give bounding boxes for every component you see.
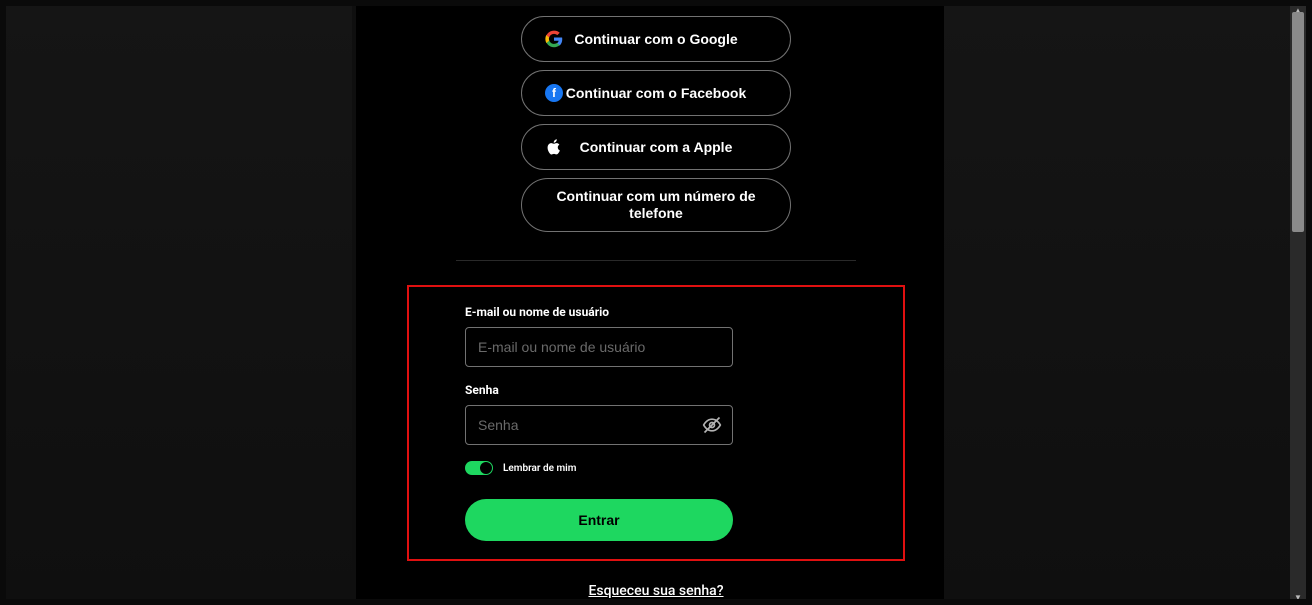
password-input[interactable] bbox=[465, 405, 733, 445]
social-login-group: Continuar com o Google f Continuar com o… bbox=[521, 16, 791, 232]
email-label: E-mail ou nome de usuário bbox=[465, 305, 847, 319]
eye-off-icon bbox=[702, 415, 722, 435]
continue-apple-button[interactable]: Continuar com a Apple bbox=[521, 124, 791, 170]
page-content: Continuar com o Google f Continuar com o… bbox=[6, 6, 1306, 599]
login-submit-button[interactable]: Entrar bbox=[465, 499, 733, 541]
apple-icon bbox=[544, 137, 564, 157]
outer-frame: Continuar com o Google f Continuar com o… bbox=[0, 0, 1312, 605]
remember-me-toggle[interactable] bbox=[465, 461, 493, 475]
facebook-button-label: Continuar com o Facebook bbox=[566, 85, 746, 101]
toggle-knob bbox=[480, 462, 492, 474]
continue-phone-button[interactable]: Continuar com um número de telefone bbox=[521, 178, 791, 232]
facebook-icon: f bbox=[544, 83, 564, 103]
apple-button-label: Continuar com a Apple bbox=[580, 139, 733, 155]
divider bbox=[456, 260, 856, 261]
email-group: E-mail ou nome de usuário bbox=[465, 305, 847, 367]
scroll-down-arrow-icon[interactable]: ▼ bbox=[1293, 593, 1303, 599]
password-group: Senha bbox=[465, 383, 847, 445]
background-left bbox=[6, 6, 352, 599]
remember-row: Lembrar de mim bbox=[465, 461, 847, 475]
continue-google-button[interactable]: Continuar com o Google bbox=[521, 16, 791, 62]
google-button-label: Continuar com o Google bbox=[574, 31, 737, 47]
email-input[interactable] bbox=[465, 327, 733, 367]
remember-me-label: Lembrar de mim bbox=[503, 463, 576, 474]
login-card: Continuar com o Google f Continuar com o… bbox=[356, 6, 956, 599]
password-label: Senha bbox=[465, 383, 847, 397]
forgot-password-link[interactable]: Esqueceu sua senha? bbox=[588, 583, 723, 599]
continue-facebook-button[interactable]: f Continuar com o Facebook bbox=[521, 70, 791, 116]
toggle-password-visibility-button[interactable] bbox=[701, 414, 723, 436]
scrollbar-track[interactable]: ▲ ▼ bbox=[1290, 6, 1306, 599]
background-right bbox=[944, 6, 1290, 599]
scrollbar-thumb[interactable] bbox=[1292, 12, 1304, 232]
password-wrap bbox=[465, 405, 733, 445]
google-icon bbox=[544, 29, 564, 49]
login-form-highlighted: E-mail ou nome de usuário Senha bbox=[407, 285, 905, 561]
phone-button-label: Continuar com um número de telefone bbox=[542, 188, 770, 223]
submit-label: Entrar bbox=[578, 512, 619, 528]
